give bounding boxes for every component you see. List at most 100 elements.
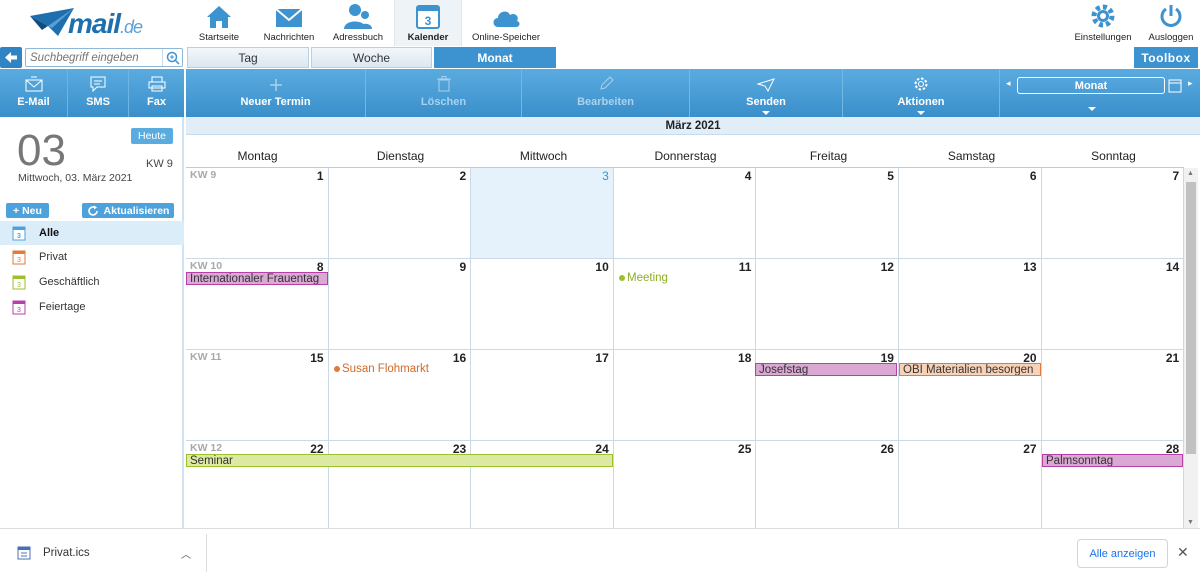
- day-number: 15: [310, 351, 324, 365]
- calendar-scrollbar[interactable]: ▲ ▼: [1184, 168, 1198, 528]
- day-number: 21: [1165, 351, 1180, 365]
- nav-label: Adressbuch: [332, 32, 384, 43]
- day-cell[interactable]: 7: [1041, 168, 1185, 259]
- day-cell[interactable]: 14: [1041, 259, 1185, 350]
- show-all-downloads-button[interactable]: Alle anzeigen: [1077, 539, 1168, 568]
- scroll-down-icon[interactable]: ▼: [1187, 519, 1194, 526]
- mail-de-logo[interactable]: mail.de: [28, 6, 168, 40]
- event-palmsonntag[interactable]: Palmsonntag: [1042, 454, 1183, 467]
- event-josefstag[interactable]: Josefstag: [755, 363, 897, 376]
- month-title: März 2021: [186, 117, 1200, 135]
- calendar-item-privat[interactable]: 3 Privat: [0, 245, 184, 269]
- nav-kalender[interactable]: 3 Kalender: [394, 0, 462, 46]
- actions-button[interactable]: Aktionen: [843, 69, 1000, 117]
- prev-arrow-icon[interactable]: ◂: [1006, 78, 1011, 89]
- day-cell[interactable]: 6: [899, 168, 1042, 259]
- send-button[interactable]: Senden: [690, 69, 843, 117]
- new-calendar-button[interactable]: + Neu: [6, 203, 49, 218]
- scroll-up-icon[interactable]: ▲: [1187, 170, 1194, 177]
- day-number: 7: [1172, 169, 1180, 183]
- event-internationaler-frauentag[interactable]: Internationaler Frauentag: [186, 272, 328, 285]
- sms-button[interactable]: SMS: [68, 69, 129, 117]
- download-file-name[interactable]: Privat.ics: [43, 547, 90, 559]
- day-cell[interactable]: 17: [471, 350, 614, 441]
- nav-startseite[interactable]: Startseite: [196, 0, 242, 46]
- search-field[interactable]: [25, 48, 183, 67]
- nav-online-speicher[interactable]: Online-Speicher: [470, 0, 542, 46]
- contacts-icon: [344, 4, 372, 29]
- new-appointment-button[interactable]: Neuer Termin: [186, 69, 366, 117]
- weekday-header: Samstag: [947, 149, 996, 163]
- close-icon[interactable]: ✕: [1177, 544, 1189, 561]
- week-label: KW 12: [190, 442, 223, 454]
- calendar-label: Privat: [39, 251, 68, 263]
- scrollbar-thumb[interactable]: [1186, 182, 1196, 454]
- search-input[interactable]: [26, 49, 158, 66]
- day-cell-today[interactable]: 3: [471, 168, 614, 259]
- tab-woche[interactable]: Woche: [311, 47, 432, 68]
- nav-nachrichten[interactable]: Nachrichten: [262, 0, 316, 46]
- calendar-label: Feiertage: [39, 301, 86, 313]
- day-cell[interactable]: 13: [899, 259, 1042, 350]
- day-cell[interactable]: 25: [613, 441, 757, 529]
- calendar-item-feiertage[interactable]: 3 Feiertage: [0, 295, 184, 319]
- email-label: E-Mail: [17, 96, 50, 108]
- day-number: 27: [1023, 442, 1037, 456]
- event-seminar[interactable]: Seminar: [186, 454, 613, 467]
- month-grid: KW 91 2 3 4 5 6 7 KW 10 8 9 10 11 12 13 1…: [186, 167, 1185, 529]
- chevron-up-icon[interactable]: ︿: [181, 546, 191, 561]
- event-obi-materialien[interactable]: OBI Materialien besorgen: [899, 363, 1041, 376]
- paper-plane-icon: [757, 78, 775, 92]
- chevron-down-icon: [762, 111, 770, 115]
- toolbox-button[interactable]: Toolbox: [1134, 47, 1198, 68]
- day-cell[interactable]: 18: [613, 350, 757, 441]
- day-cell[interactable]: 10: [471, 259, 614, 350]
- cog-icon: [914, 77, 928, 91]
- day-cell[interactable]: 4: [613, 168, 757, 259]
- delete-button[interactable]: Löschen: [366, 69, 522, 117]
- top-bar: [0, 0, 1200, 46]
- email-button[interactable]: E-Mail: [0, 69, 68, 117]
- calendar-label: Geschäftlich: [39, 276, 100, 288]
- day-cell[interactable]: 12: [756, 259, 899, 350]
- power-icon: [1160, 5, 1182, 27]
- day-cell[interactable]: 26: [756, 441, 899, 529]
- next-arrow-icon[interactable]: ▸: [1188, 78, 1193, 89]
- calendar-small-icon[interactable]: [1168, 78, 1182, 96]
- day-cell[interactable]: 2: [328, 168, 472, 259]
- day-cell[interactable]: 21: [1041, 350, 1185, 441]
- refresh-label: Aktualisieren: [103, 204, 170, 217]
- calendar-geschaeftlich-icon: 3: [12, 275, 26, 290]
- refresh-button[interactable]: Aktualisieren: [82, 203, 174, 218]
- chevron-down-icon[interactable]: [1088, 107, 1096, 111]
- back-button[interactable]: [0, 47, 22, 68]
- day-cell[interactable]: KW 11 15: [186, 350, 329, 441]
- week-label: KW 10: [190, 260, 223, 272]
- trash-icon: [436, 76, 451, 92]
- tab-tag[interactable]: Tag: [187, 47, 309, 68]
- nav-label: Startseite: [198, 32, 240, 43]
- day-cell[interactable]: 27: [899, 441, 1042, 529]
- event-meeting[interactable]: Meeting: [616, 272, 754, 285]
- day-cell[interactable]: 9: [328, 259, 472, 350]
- nav-einstellungen[interactable]: Einstellungen: [1072, 0, 1134, 46]
- nav-ausloggen[interactable]: Ausloggen: [1146, 0, 1196, 46]
- current-date-text: Mittwoch, 03. März 2021: [18, 172, 133, 184]
- fax-button[interactable]: Fax: [129, 69, 184, 117]
- pencil-icon: [599, 76, 614, 90]
- calendar-item-geschaeftlich[interactable]: 3 Geschäftlich: [0, 270, 184, 294]
- nav-adressbuch[interactable]: Adressbuch: [331, 0, 385, 46]
- new-appointment-label: Neuer Termin: [240, 96, 311, 108]
- day-cell[interactable]: 5: [756, 168, 899, 259]
- tab-monat[interactable]: Monat: [434, 47, 556, 68]
- event-susan-flohmarkt[interactable]: Susan Flohmarkt: [331, 363, 469, 376]
- svg-text:3: 3: [425, 14, 432, 28]
- send-label: Senden: [746, 96, 786, 108]
- view-select[interactable]: Monat: [1017, 77, 1165, 94]
- today-button[interactable]: Heute: [131, 128, 173, 144]
- fax-icon: [148, 76, 165, 92]
- day-cell[interactable]: KW 9 1: [186, 168, 329, 259]
- calendar-item-alle[interactable]: 3 Alle: [0, 221, 184, 245]
- search-icon[interactable]: [162, 49, 182, 66]
- edit-button[interactable]: Bearbeiten: [522, 69, 690, 117]
